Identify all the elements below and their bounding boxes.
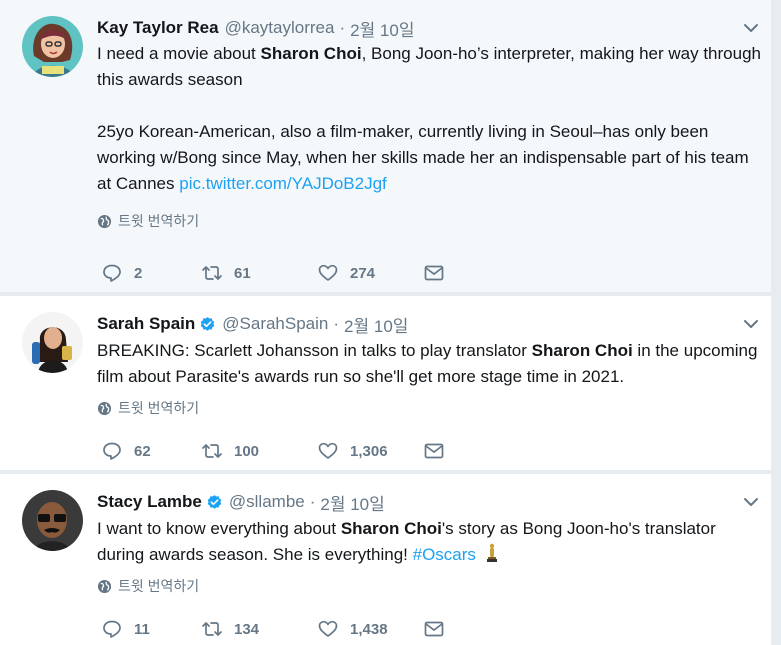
like-button[interactable]: 1,438 <box>318 617 424 641</box>
separator-dot: · <box>309 492 316 511</box>
direct-message-button[interactable] <box>424 261 444 285</box>
reply-icon <box>103 620 121 638</box>
avatar[interactable] <box>22 490 83 551</box>
avatar[interactable] <box>22 16 83 77</box>
tweet-text: I want to know everything about Sharon C… <box>97 516 761 568</box>
reply-count: 2 <box>134 264 143 282</box>
like-button[interactable]: 274 <box>318 261 424 285</box>
timestamp[interactable]: 2월 10일 <box>344 312 408 337</box>
oscar-statue-icon <box>486 543 497 562</box>
chevron-down-icon[interactable] <box>741 18 761 38</box>
retweet-count: 134 <box>234 620 260 638</box>
tweet-body: Sarah Spain @SarahSpain · 2월 10일 BREAKIN… <box>97 312 761 418</box>
retweet-button[interactable]: 134 <box>202 617 318 641</box>
retweet-icon <box>202 266 222 280</box>
translate-label: 트윗 번역하기 <box>118 213 200 229</box>
retweet-count: 61 <box>234 264 251 282</box>
heart-icon <box>318 264 338 281</box>
tweet-actions: 2 61 274 <box>102 261 444 285</box>
translate-tweet[interactable]: 트윗 번역하기 <box>97 211 761 231</box>
direct-message-button[interactable] <box>424 439 444 463</box>
text-segment: I want to know everything about <box>97 519 341 538</box>
chevron-down-icon[interactable] <box>741 314 761 334</box>
reply-icon <box>103 442 121 460</box>
tweet-body: Kay Taylor Rea @kaytaylorrea · 2월 10일 I … <box>97 16 761 231</box>
display-name[interactable]: Kay Taylor Rea <box>97 18 219 38</box>
heart-icon <box>318 442 338 459</box>
text-segment: I need a movie about <box>97 44 261 63</box>
like-count: 1,306 <box>350 442 388 460</box>
translate-label: 트윗 번역하기 <box>118 578 200 594</box>
reply-count: 11 <box>134 620 150 638</box>
envelope-icon <box>424 265 444 281</box>
verified-badge-icon <box>200 316 215 331</box>
direct-message-button[interactable] <box>424 617 444 641</box>
username[interactable]: @SarahSpain <box>222 314 328 334</box>
verified-badge-icon <box>207 494 222 509</box>
reply-button[interactable]: 11 <box>102 617 202 641</box>
envelope-icon <box>424 443 444 459</box>
media-link[interactable]: pic.twitter.com/YAJDoB2Jgf <box>179 174 387 193</box>
translate-tweet[interactable]: 트윗 번역하기 <box>97 398 761 418</box>
text-bold: Sharon Choi <box>340 519 442 538</box>
tweet-text: BREAKING: Scarlett Johansson in talks to… <box>97 338 761 390</box>
username[interactable]: @kaytaylorrea <box>225 18 335 38</box>
display-name[interactable]: Sarah Spain <box>97 314 195 334</box>
timestamp[interactable]: 2월 10일 <box>350 16 414 41</box>
tweet-header: Stacy Lambe @sllambe · 2월 10일 <box>97 490 761 514</box>
tweet-text: I need a movie about Sharon Choi, Bong J… <box>97 41 761 93</box>
translate-label: 트윗 번역하기 <box>118 400 200 416</box>
tweet-header: Sarah Spain @SarahSpain · 2월 10일 <box>97 312 761 336</box>
heart-icon <box>318 620 338 637</box>
separator-dot: · <box>339 18 346 37</box>
separator-dot: · <box>333 314 340 333</box>
reply-button[interactable]: 62 <box>102 439 202 463</box>
hashtag-link[interactable]: #Oscars <box>413 545 476 564</box>
like-count: 1,438 <box>350 620 388 638</box>
reply-icon <box>103 264 121 282</box>
display-name[interactable]: Stacy Lambe <box>97 492 202 512</box>
timestamp[interactable]: 2월 10일 <box>320 490 384 515</box>
reply-count: 62 <box>134 442 151 460</box>
like-count: 274 <box>350 264 376 282</box>
tweet-actions: 11 134 1,438 <box>102 617 444 641</box>
translate-tweet[interactable]: 트윗 번역하기 <box>97 576 761 596</box>
retweet-count: 100 <box>234 442 260 460</box>
tweet-actions: 62 100 1,306 <box>102 439 444 463</box>
tweet-text-paragraph: 25yo Korean-American, also a film-maker,… <box>97 119 761 197</box>
like-button[interactable]: 1,306 <box>318 439 424 463</box>
retweet-icon <box>202 444 222 458</box>
retweet-button[interactable]: 100 <box>202 439 318 463</box>
reply-button[interactable]: 2 <box>102 261 202 285</box>
chevron-down-icon[interactable] <box>741 492 761 512</box>
retweet-icon <box>202 622 222 636</box>
retweet-button[interactable]: 61 <box>202 261 318 285</box>
tweet-body: Stacy Lambe @sllambe · 2월 10일 I want to … <box>97 490 761 596</box>
text-segment: BREAKING: Scarlett Johansson in talks to… <box>97 341 532 360</box>
globe-icon <box>97 401 112 415</box>
timeline: Kay Taylor Rea @kaytaylorrea · 2월 10일 I … <box>0 0 781 645</box>
avatar[interactable] <box>22 312 83 373</box>
globe-icon <box>97 214 112 228</box>
text-bold: Sharon Choi <box>260 44 362 63</box>
text-bold: Sharon Choi <box>531 341 633 360</box>
globe-icon <box>97 579 112 593</box>
tweet-header: Kay Taylor Rea @kaytaylorrea · 2월 10일 <box>97 16 761 40</box>
username[interactable]: @sllambe <box>229 492 305 512</box>
envelope-icon <box>424 621 444 637</box>
